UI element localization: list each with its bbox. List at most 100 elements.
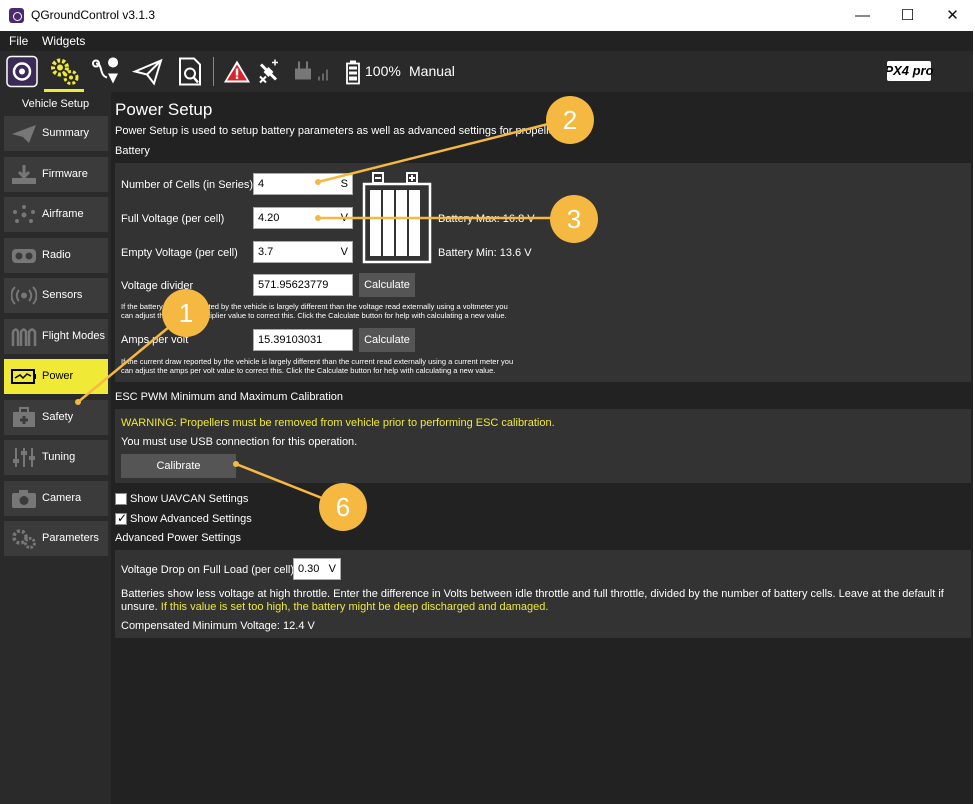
cells-label: Number of Cells (in Series) <box>121 179 254 191</box>
advanced-section-title: Advanced Power Settings <box>115 532 241 544</box>
page-description: Power Setup is used to setup battery par… <box>115 125 567 137</box>
sidebar-item-parameters[interactable]: Parameters <box>4 521 108 556</box>
empty-voltage-label: Empty Voltage (per cell) <box>121 247 238 259</box>
voltage-divider-calculate-button[interactable]: Calculate <box>359 273 415 297</box>
sidebar-item-label: Tuning <box>42 451 76 463</box>
menu-bar: File Widgets <box>0 31 975 51</box>
sidebar-item-firmware[interactable]: Firmware <box>4 157 108 192</box>
sidebar-item-flight-modes[interactable]: Flight Modes <box>4 319 108 354</box>
sidebar-item-sensors[interactable]: Sensors <box>4 278 108 313</box>
px4-pro-logo: PX4 pro <box>887 61 934 81</box>
main-panel: Power Setup Power Setup is used to setup… <box>111 92 975 804</box>
power-icon <box>11 369 36 384</box>
rc-transmitter-icon <box>295 61 311 80</box>
analyze-document-icon[interactable] <box>174 55 206 88</box>
fly-paper-plane-icon[interactable] <box>132 55 164 88</box>
compensated-minimum-voltage: Compensated Minimum Voltage: 12.4 V <box>121 620 315 632</box>
advanced-panel: Voltage Drop on Full Load (per cell) 0.3… <box>115 550 971 638</box>
close-button[interactable]: ✕ <box>930 0 975 31</box>
sensors-icon <box>11 286 37 305</box>
sidebar-item-tuning[interactable]: Tuning <box>4 440 108 475</box>
gears-setup-icon[interactable] <box>48 55 80 88</box>
sidebar-item-label: Camera <box>42 492 82 504</box>
battery-max: Battery Max: 16.8 V <box>438 213 535 225</box>
show-uavcan-label: Show UAVCAN Settings <box>130 493 249 505</box>
show-advanced-label: Show Advanced Settings <box>130 513 252 525</box>
sidebar-item-label: Radio <box>42 249 71 261</box>
callout-3: 3 <box>550 195 598 243</box>
sidebar-item-label: Parameters <box>42 532 99 544</box>
gears-icon <box>12 529 36 549</box>
menu-file[interactable]: File <box>9 34 28 48</box>
sidebar-item-label: Flight Modes <box>42 330 105 342</box>
sidebar-header: Vehicle Setup <box>21 98 90 110</box>
callout-1: 1 <box>162 289 210 337</box>
plan-waypoint-icon[interactable] <box>91 55 123 88</box>
battery-section-title: Battery <box>115 145 150 157</box>
flight-modes-icon <box>11 328 37 346</box>
voltage-drop-help-1: Batteries show less voltage at high thro… <box>121 588 944 600</box>
battery-min: Battery Min: 13.6 V <box>438 247 532 259</box>
voltage-drop-input[interactable]: 0.30 V <box>293 558 341 580</box>
show-uavcan-checkbox[interactable] <box>115 493 127 505</box>
esc-panel: WARNING: Propellers must be removed from… <box>115 409 971 483</box>
voltage-drop-help-2: unsure. If this value is set too high, t… <box>121 601 549 613</box>
sidebar-item-camera[interactable]: Camera <box>4 481 108 516</box>
paper-plane-icon <box>12 125 36 143</box>
minimize-button[interactable]: — <box>840 0 885 31</box>
full-voltage-input[interactable]: 4.20 V <box>253 207 353 229</box>
sidebar-item-summary[interactable]: Summary <box>4 116 108 151</box>
calibrate-button[interactable]: Calibrate <box>121 454 236 478</box>
airframe-icon <box>13 205 35 223</box>
qgc-logo-icon[interactable] <box>6 55 38 88</box>
gps-satellite-icon[interactable] <box>256 55 282 88</box>
amps-help-1: If the current draw reported by the vehi… <box>121 357 514 366</box>
full-voltage-label: Full Voltage (per cell) <box>121 213 225 225</box>
sidebar: Vehicle Setup Summary Firmware Airframe … <box>0 92 111 804</box>
svg-text:PX4 pro: PX4 pro <box>887 63 934 78</box>
window-title: QGroundControl v3.1.3 <box>31 8 156 22</box>
esc-section-title: ESC PWM Minimum and Maximum Calibration <box>115 391 343 403</box>
cells-input[interactable]: 4S <box>253 173 353 195</box>
amps-per-volt-input[interactable]: 15.39103031 <box>253 329 353 351</box>
title-bar: QGroundControl v3.1.3 — ☐ ✕ <box>0 0 975 31</box>
download-icon <box>12 165 36 184</box>
battery-panel: Number of Cells (in Series) 4S Full Volt… <box>115 163 971 382</box>
checkmark-icon: ✓ <box>117 511 128 525</box>
sidebar-item-label: Power <box>42 370 74 382</box>
sidebar-item-label: Sensors <box>42 289 83 301</box>
empty-voltage-input[interactable]: 3.7 V <box>253 241 353 263</box>
sidebar-item-airframe[interactable]: Airframe <box>4 197 108 232</box>
deep-discharge-warning: If this value is set too high, the batte… <box>157 601 549 613</box>
sidebar-item-radio[interactable]: Radio <box>4 238 108 273</box>
battery-icon <box>346 60 360 85</box>
sidebar-item-label: Summary <box>42 127 90 139</box>
page-title: Power Setup <box>115 100 213 119</box>
usb-note: You must use USB connection for this ope… <box>121 436 358 448</box>
esc-warning: WARNING: Propellers must be removed from… <box>121 417 555 429</box>
amps-per-volt-calculate-button[interactable]: Calculate <box>359 328 415 352</box>
toolbar: 100% Manual PX4 pro <box>0 51 975 92</box>
flight-mode-selector[interactable]: Manual <box>409 63 455 79</box>
sidebar-item-label: Firmware <box>42 168 88 180</box>
show-advanced-checkbox[interactable]: ✓ <box>115 511 128 525</box>
voltage-drop-label: Voltage Drop on Full Load (per cell) <box>121 564 295 576</box>
warning-icon[interactable] <box>222 55 252 88</box>
app-icon <box>9 8 24 23</box>
safety-icon <box>13 407 35 427</box>
tuning-icon <box>13 448 35 467</box>
rssi-bars-icon <box>318 69 328 81</box>
sidebar-item-power[interactable]: Power <box>4 359 108 394</box>
camera-icon <box>12 490 36 508</box>
amps-help-2: can adjust the amps per volt value to co… <box>121 366 496 375</box>
sidebar-item-safety[interactable]: Safety <box>4 400 108 435</box>
sidebar-item-label: Safety <box>42 411 74 423</box>
sidebar-item-label: Airframe <box>42 208 84 220</box>
voltage-divider-input[interactable]: 571.95623779 <box>253 274 353 296</box>
callout-6: 6 <box>319 483 367 531</box>
battery-pack-icon <box>362 172 432 264</box>
maximize-button[interactable]: ☐ <box>885 0 930 31</box>
battery-percent: 100% <box>365 63 401 79</box>
toolbar-divider <box>213 57 214 86</box>
menu-widgets[interactable]: Widgets <box>42 34 85 48</box>
